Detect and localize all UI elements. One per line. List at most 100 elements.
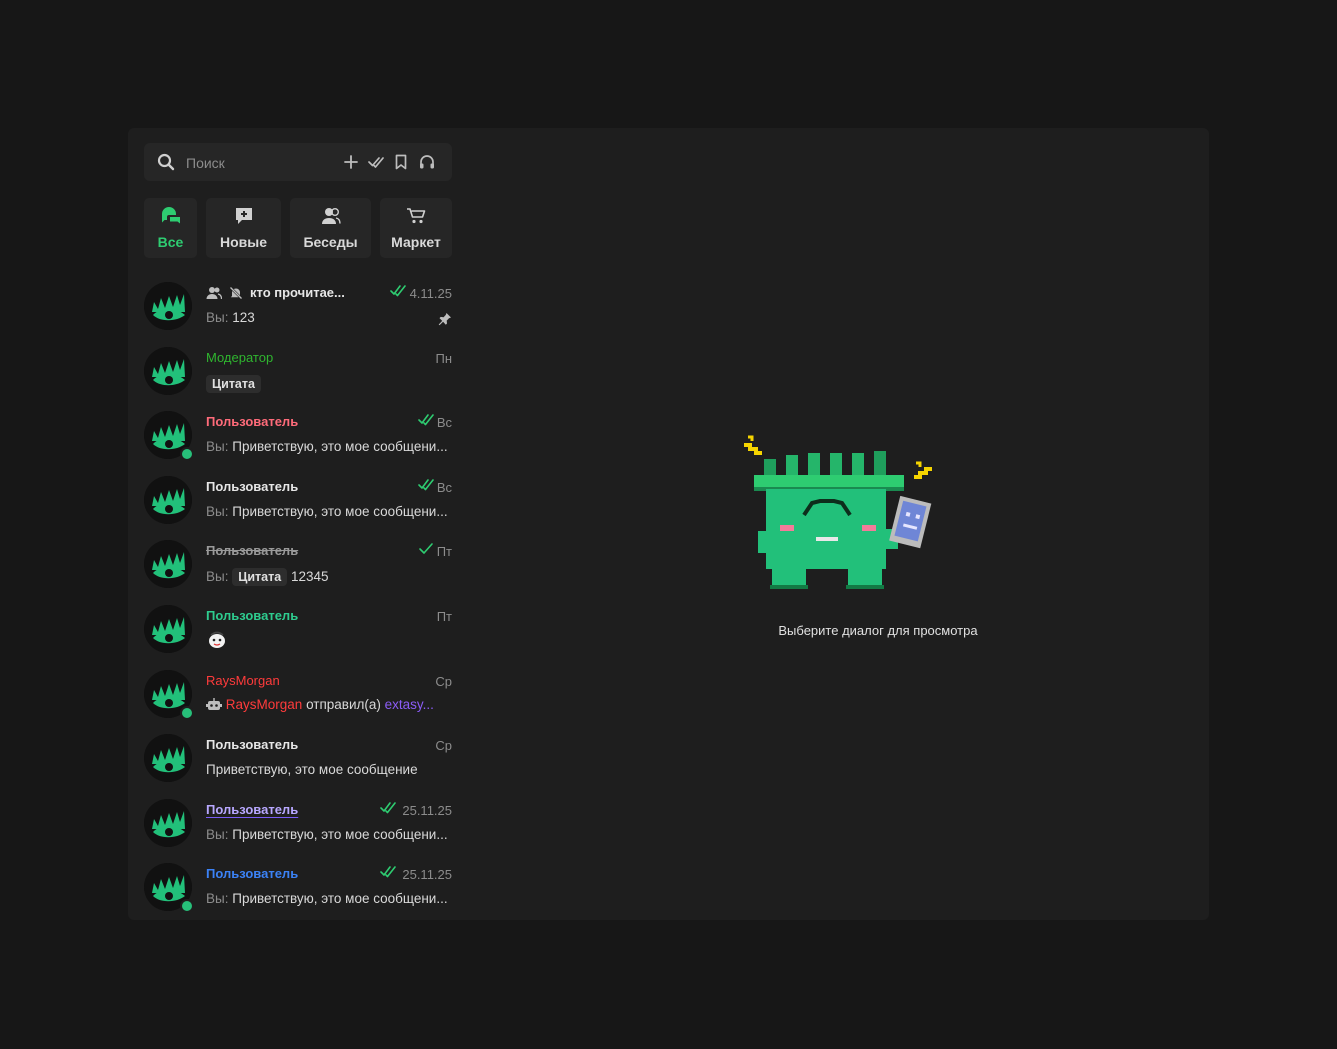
you-prefix: Вы: bbox=[206, 891, 229, 906]
chat-list-item[interactable]: Пользователь 25.11.25 Вы: Приветствую, э… bbox=[144, 791, 456, 855]
chat-time: 4.11.25 bbox=[409, 286, 452, 301]
chat-name: кто прочитае... bbox=[250, 285, 345, 300]
chat-bubbles-icon bbox=[161, 207, 180, 224]
chat-preview: Вы: Цитата 12345 bbox=[206, 568, 329, 586]
plus-icon[interactable] bbox=[342, 153, 360, 171]
online-indicator bbox=[180, 447, 194, 461]
preview-text: Приветствую, это мое сообщение bbox=[206, 762, 418, 777]
you-prefix: Вы: bbox=[206, 310, 229, 325]
check-all-icon[interactable] bbox=[367, 153, 385, 171]
search-bar bbox=[144, 143, 452, 181]
action-text: отправил(а) bbox=[306, 697, 381, 712]
empty-state-text: Выберите диалог для просмотра bbox=[778, 623, 978, 638]
chat-time: Ср bbox=[435, 738, 452, 753]
bookmark-icon[interactable] bbox=[392, 153, 410, 171]
search-icon bbox=[157, 153, 175, 171]
chat-preview: Вы: Приветствую, это мое сообщени... bbox=[206, 827, 448, 842]
chat-name: Пользователь bbox=[206, 737, 299, 752]
quote-badge: Цитата bbox=[232, 568, 288, 586]
read-check-icon bbox=[418, 414, 434, 426]
chat-list-item[interactable]: кто прочитае... 4.11.25 Вы: 123 bbox=[144, 274, 456, 338]
chat-preview: Цитата bbox=[206, 375, 261, 393]
avatar bbox=[144, 605, 192, 653]
chat-name: Пользователь bbox=[206, 414, 299, 429]
online-indicator bbox=[180, 706, 194, 720]
preview-text: 12345 bbox=[290, 569, 329, 584]
chat-name: Пользователь bbox=[206, 479, 299, 494]
read-check-icon bbox=[418, 479, 434, 491]
chat-list-item[interactable]: Модератор Пн Цитата bbox=[144, 339, 456, 403]
avatar bbox=[144, 476, 192, 524]
tab-new[interactable]: Новые bbox=[206, 198, 281, 258]
avatar bbox=[144, 734, 192, 782]
avatar bbox=[144, 282, 192, 330]
tab-label: Беседы bbox=[303, 234, 358, 250]
tab-label: Маркет bbox=[391, 234, 441, 250]
you-prefix: Вы: bbox=[206, 504, 229, 519]
chat-preview: Приветствую, это мое сообщение bbox=[206, 762, 418, 777]
group-icon bbox=[321, 208, 341, 224]
read-check-icon bbox=[390, 285, 406, 297]
chat-name: Пользователь bbox=[206, 802, 299, 817]
avatar bbox=[144, 799, 192, 847]
chat-time: Пт bbox=[436, 609, 452, 624]
group-chat-icon bbox=[206, 287, 222, 300]
chat-preview: RaysMorgan отправил(а) extasy... bbox=[206, 697, 434, 712]
chat-name: Пользователь bbox=[206, 866, 299, 881]
tab-label: Новые bbox=[219, 234, 267, 250]
preview-text: Приветствую, это мое сообщени... bbox=[232, 891, 448, 906]
chat-list-item[interactable]: Пользователь Пт Вы: Цитата 12345 bbox=[144, 532, 456, 596]
messenger-window: Все Новые Беседы bbox=[128, 128, 1209, 920]
chat-time: 25.11.25 bbox=[402, 803, 452, 818]
chat-time: Ср bbox=[435, 674, 452, 689]
chat-preview: Вы: 123 bbox=[206, 310, 255, 325]
chat-list-item[interactable]: Пользователь Вс Вы: Приветствую, это мое… bbox=[144, 403, 456, 467]
chat-list-item[interactable]: Пользователь Вс Вы: Приветствую, это мое… bbox=[144, 468, 456, 532]
tab-market[interactable]: Маркет bbox=[380, 198, 452, 258]
pin-icon bbox=[438, 313, 451, 326]
muted-bell-icon bbox=[229, 286, 243, 300]
chat-list-item[interactable]: RaysMorgan Ср RaysMorgan отправил(а) ext… bbox=[144, 662, 456, 726]
chat-list-item[interactable]: Пользователь Пт bbox=[144, 597, 456, 661]
chat-preview: Вы: Приветствую, это мое сообщени... bbox=[206, 891, 448, 906]
read-check-icon bbox=[380, 866, 396, 878]
sticker-icon bbox=[209, 631, 225, 648]
headphones-icon[interactable] bbox=[418, 153, 436, 171]
bot-icon bbox=[206, 698, 222, 710]
chat-time: Вс bbox=[436, 480, 452, 495]
search-input[interactable] bbox=[184, 152, 338, 174]
chat-name: Пользователь bbox=[206, 608, 299, 623]
chat-time: 25.11.25 bbox=[402, 867, 452, 882]
tab-all[interactable]: Все bbox=[144, 198, 197, 258]
preview-text: Приветствую, это мое сообщени... bbox=[232, 504, 448, 519]
quote-badge: Цитата bbox=[206, 375, 261, 393]
preview-text: 123 bbox=[232, 310, 255, 325]
chat-list-item[interactable]: Пользователь 25.11.25 Вы: Приветствую, э… bbox=[144, 855, 456, 919]
chat-sidebar: Все Новые Беседы bbox=[128, 128, 464, 920]
chat-name: Пользователь bbox=[206, 543, 299, 558]
mention-text: extasy... bbox=[384, 697, 434, 712]
tab-label: Все bbox=[157, 234, 184, 250]
chat-name: Модератор bbox=[206, 350, 274, 365]
cart-icon bbox=[407, 208, 426, 224]
tab-conversations[interactable]: Беседы bbox=[290, 198, 371, 258]
read-check-icon bbox=[419, 543, 433, 554]
avatar bbox=[144, 347, 192, 395]
chat-time: Пт bbox=[436, 544, 452, 559]
online-indicator bbox=[180, 899, 194, 913]
read-check-icon bbox=[380, 802, 396, 814]
you-prefix: Вы: bbox=[206, 569, 229, 584]
avatar bbox=[144, 540, 192, 588]
mascot-illustration bbox=[744, 435, 932, 589]
you-prefix: Вы: bbox=[206, 827, 229, 842]
preview-text: Приветствую, это мое сообщени... bbox=[232, 827, 448, 842]
chat-preview: Вы: Приветствую, это мое сообщени... bbox=[206, 504, 448, 519]
chat-time: Пн bbox=[435, 351, 452, 366]
chat-preview: Вы: Приветствую, это мое сообщени... bbox=[206, 439, 448, 454]
sender-name: RaysMorgan bbox=[225, 697, 303, 712]
new-message-icon bbox=[235, 208, 252, 224]
you-prefix: Вы: bbox=[206, 439, 229, 454]
preview-text: Приветствую, это мое сообщени... bbox=[232, 439, 448, 454]
chat-time: Вс bbox=[436, 415, 452, 430]
chat-list-item[interactable]: Пользователь Ср Приветствую, это мое соо… bbox=[144, 726, 456, 790]
